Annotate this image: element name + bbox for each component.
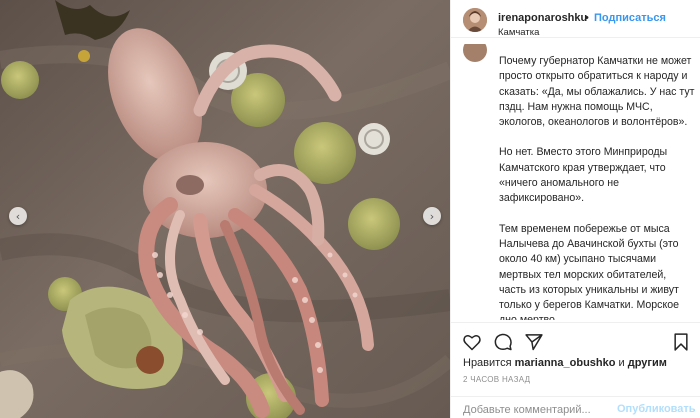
comment-icon[interactable] [493,332,513,352]
post-timestamp[interactable]: 2 ЧАСОВ НАЗАД [463,375,530,384]
post-photo: ‹ › [0,0,450,418]
comment-input[interactable] [463,402,613,418]
bookmark-icon[interactable] [671,332,691,352]
avatar-image [463,8,487,32]
heart-icon[interactable] [462,332,482,352]
username-link[interactable]: irenaponaroshku [498,12,587,24]
caption-paragraph: Тем временем побережье от мыса Налычева … [499,222,680,320]
post-header: irenaponaroshku • Подписаться Камчатка [451,0,700,38]
share-icon[interactable] [524,332,544,352]
likes-others-link[interactable]: другим [628,357,667,369]
caption-avatar[interactable] [463,44,487,62]
caption-text: Почему губернатор Камчатки не может прос… [499,54,695,320]
separator-dot: • [585,12,589,24]
comment-form: Опубликовать [451,396,700,418]
chevron-left-icon[interactable]: ‹ [9,207,27,225]
caption-paragraph: Но нет. Вместо этого Минприроды Камчатск… [499,146,668,205]
caption-area[interactable]: Почему губернатор Камчатки не может прос… [451,38,700,320]
location-link[interactable]: Камчатка [498,27,539,38]
liked-by-user-link[interactable]: marianna_obushko [515,357,616,369]
avatar[interactable] [463,8,487,32]
post-sidebar: irenaponaroshku • Подписаться Камчатка П… [450,0,700,418]
likes-conjunction: и [618,357,625,369]
octopus-beach-image [0,0,450,418]
chevron-right-icon[interactable]: › [423,207,441,225]
action-bar [451,322,700,358]
caption-paragraph: Почему губернатор Камчатки не может прос… [499,55,695,129]
likes-prefix: Нравится [463,357,512,369]
likes-summary: Нравится marianna_obushko и другим [463,357,667,369]
publish-button[interactable]: Опубликовать [617,403,696,415]
follow-button[interactable]: Подписаться [594,12,666,24]
